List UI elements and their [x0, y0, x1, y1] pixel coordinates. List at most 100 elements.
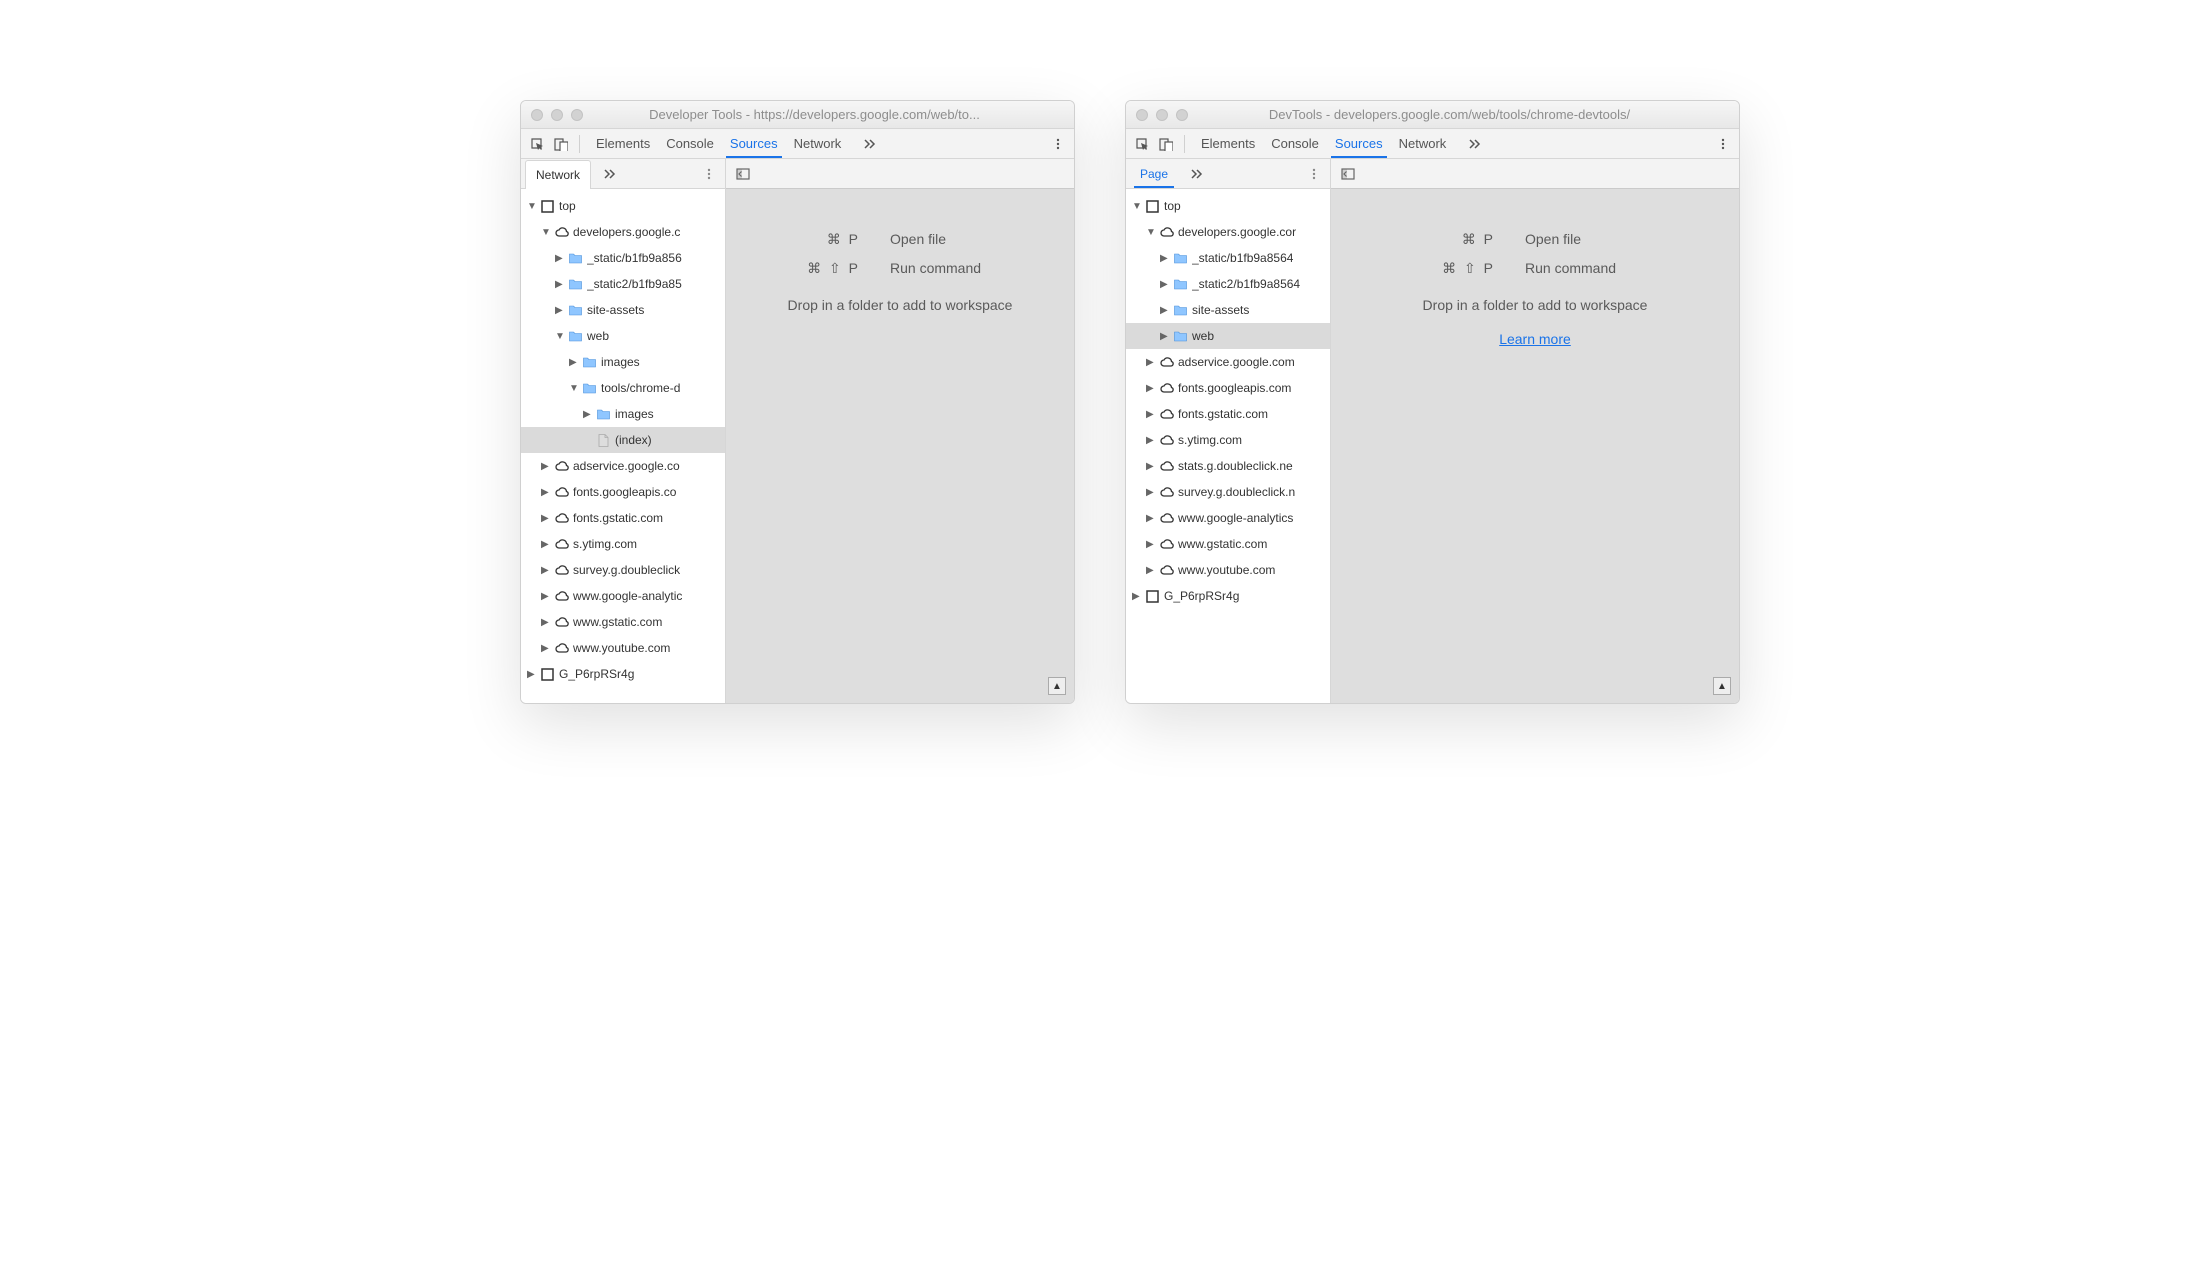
settings-menu-icon[interactable] [1046, 132, 1070, 156]
disclosure-arrow-icon[interactable]: ▶ [555, 253, 565, 264]
navigator-tab-network[interactable]: Network [525, 160, 591, 189]
disclosure-arrow-icon[interactable]: ▶ [1160, 331, 1170, 342]
disclosure-arrow-icon[interactable]: ▶ [1160, 305, 1170, 316]
disclosure-arrow-icon[interactable]: ▶ [583, 435, 593, 446]
minimize-icon[interactable] [1156, 109, 1168, 121]
navigator-menu-icon[interactable] [1302, 167, 1326, 181]
disclosure-arrow-icon[interactable]: ▶ [1146, 565, 1156, 576]
tree-row[interactable]: ▶ G_P6rpRSr4g [521, 661, 725, 687]
tree-row[interactable]: ▶ www.gstatic.com [1126, 531, 1330, 557]
tab-elements[interactable]: Elements [596, 136, 650, 151]
tree-row[interactable]: ▶ adservice.google.com [1126, 349, 1330, 375]
tree-row[interactable]: ▶ survey.g.doubleclick [521, 557, 725, 583]
tree-row[interactable]: ▶ fonts.gstatic.com [521, 505, 725, 531]
learn-more-link[interactable]: Learn more [1499, 331, 1571, 347]
tab-sources[interactable]: Sources [730, 136, 778, 151]
tree-row[interactable]: ▶ s.ytimg.com [1126, 427, 1330, 453]
disclosure-arrow-icon[interactable]: ▶ [1160, 253, 1170, 264]
tree-row[interactable]: ▼ tools/chrome-d [521, 375, 725, 401]
inspect-icon[interactable] [1130, 132, 1154, 156]
show-navigator-icon[interactable] [1337, 163, 1359, 185]
tree-row[interactable]: ▼ web [521, 323, 725, 349]
tab-network[interactable]: Network [794, 136, 842, 151]
tree-row[interactable]: ▶ _static2/b1fb9a85 [521, 271, 725, 297]
disclosure-arrow-icon[interactable]: ▶ [541, 565, 551, 576]
zoom-icon[interactable] [1176, 109, 1188, 121]
disclosure-arrow-icon[interactable]: ▶ [527, 669, 537, 680]
close-icon[interactable] [531, 109, 543, 121]
disclosure-arrow-icon[interactable]: ▶ [569, 357, 579, 368]
tree-row[interactable]: ▶ site-assets [1126, 297, 1330, 323]
tree-row[interactable]: ▶ www.youtube.com [1126, 557, 1330, 583]
tree-row[interactable]: ▶ www.gstatic.com [521, 609, 725, 635]
tree-row[interactable]: ▶ G_P6rpRSr4g [1126, 583, 1330, 609]
tree-row[interactable]: ▶ _static2/b1fb9a8564 [1126, 271, 1330, 297]
tree-row[interactable]: ▼ top [1126, 193, 1330, 219]
disclosure-arrow-icon[interactable]: ▶ [1146, 383, 1156, 394]
navigator-menu-icon[interactable] [697, 167, 721, 181]
tab-console[interactable]: Console [666, 136, 714, 151]
tree-row[interactable]: ▶ fonts.googleapis.com [1126, 375, 1330, 401]
device-mode-icon[interactable] [1154, 132, 1178, 156]
minimize-icon[interactable] [551, 109, 563, 121]
disclosure-arrow-icon[interactable]: ▶ [1132, 591, 1142, 602]
disclosure-arrow-icon[interactable]: ▼ [569, 383, 579, 394]
more-navigator-tabs-icon[interactable] [1184, 162, 1208, 186]
disclosure-arrow-icon[interactable]: ▶ [1146, 357, 1156, 368]
disclosure-arrow-icon[interactable]: ▶ [1146, 461, 1156, 472]
disclosure-arrow-icon[interactable]: ▼ [555, 331, 565, 342]
tree-row[interactable]: ▶ www.google-analytic [521, 583, 725, 609]
tree-row[interactable]: ▶ stats.g.doubleclick.ne [1126, 453, 1330, 479]
show-drawer-icon[interactable]: ▲ [1713, 677, 1731, 695]
disclosure-arrow-icon[interactable]: ▶ [555, 279, 565, 290]
tree-row[interactable]: ▶ site-assets [521, 297, 725, 323]
disclosure-arrow-icon[interactable]: ▶ [541, 539, 551, 550]
show-drawer-icon[interactable]: ▲ [1048, 677, 1066, 695]
more-navigator-tabs-icon[interactable] [597, 162, 621, 186]
disclosure-arrow-icon[interactable]: ▶ [541, 617, 551, 628]
tree-row[interactable]: ▶ fonts.googleapis.co [521, 479, 725, 505]
disclosure-arrow-icon[interactable]: ▶ [1146, 409, 1156, 420]
tree-row[interactable]: ▼ top [521, 193, 725, 219]
device-mode-icon[interactable] [549, 132, 573, 156]
disclosure-arrow-icon[interactable]: ▶ [1146, 539, 1156, 550]
tree-row[interactable]: ▶ images [521, 349, 725, 375]
tree-row[interactable]: ▶ survey.g.doubleclick.n [1126, 479, 1330, 505]
tab-elements[interactable]: Elements [1201, 136, 1255, 151]
tree-row[interactable]: ▶ _static/b1fb9a856 [521, 245, 725, 271]
disclosure-arrow-icon[interactable]: ▼ [527, 201, 537, 212]
disclosure-arrow-icon[interactable]: ▼ [541, 227, 551, 238]
tree-row[interactable]: ▶ adservice.google.co [521, 453, 725, 479]
disclosure-arrow-icon[interactable]: ▶ [1146, 435, 1156, 446]
tree-row[interactable]: ▶ fonts.gstatic.com [1126, 401, 1330, 427]
tree-row[interactable]: ▶ images [521, 401, 725, 427]
disclosure-arrow-icon[interactable]: ▶ [583, 409, 593, 420]
more-tabs-icon[interactable] [1462, 132, 1486, 156]
tree-row[interactable]: ▶ web [1126, 323, 1330, 349]
tree-row[interactable]: ▶ s.ytimg.com [521, 531, 725, 557]
disclosure-arrow-icon[interactable]: ▼ [1146, 227, 1156, 238]
show-navigator-icon[interactable] [732, 163, 754, 185]
tree-row[interactable]: ▼ developers.google.cor [1126, 219, 1330, 245]
tree-row[interactable]: ▶ www.youtube.com [521, 635, 725, 661]
disclosure-arrow-icon[interactable]: ▶ [1146, 513, 1156, 524]
tab-sources[interactable]: Sources [1335, 136, 1383, 151]
disclosure-arrow-icon[interactable]: ▶ [541, 461, 551, 472]
disclosure-arrow-icon[interactable]: ▶ [555, 305, 565, 316]
disclosure-arrow-icon[interactable]: ▶ [1146, 487, 1156, 498]
navigator-tab-page[interactable]: Page [1130, 167, 1178, 181]
settings-menu-icon[interactable] [1711, 132, 1735, 156]
tree-row[interactable]: ▶ www.google-analytics [1126, 505, 1330, 531]
inspect-icon[interactable] [525, 132, 549, 156]
close-icon[interactable] [1136, 109, 1148, 121]
disclosure-arrow-icon[interactable]: ▶ [541, 643, 551, 654]
tree-row[interactable]: ▶ (index) [521, 427, 725, 453]
disclosure-arrow-icon[interactable]: ▶ [1160, 279, 1170, 290]
zoom-icon[interactable] [571, 109, 583, 121]
disclosure-arrow-icon[interactable]: ▶ [541, 591, 551, 602]
tree-row[interactable]: ▼ developers.google.c [521, 219, 725, 245]
tab-console[interactable]: Console [1271, 136, 1319, 151]
disclosure-arrow-icon[interactable]: ▶ [541, 513, 551, 524]
more-tabs-icon[interactable] [857, 132, 881, 156]
tab-network[interactable]: Network [1399, 136, 1447, 151]
